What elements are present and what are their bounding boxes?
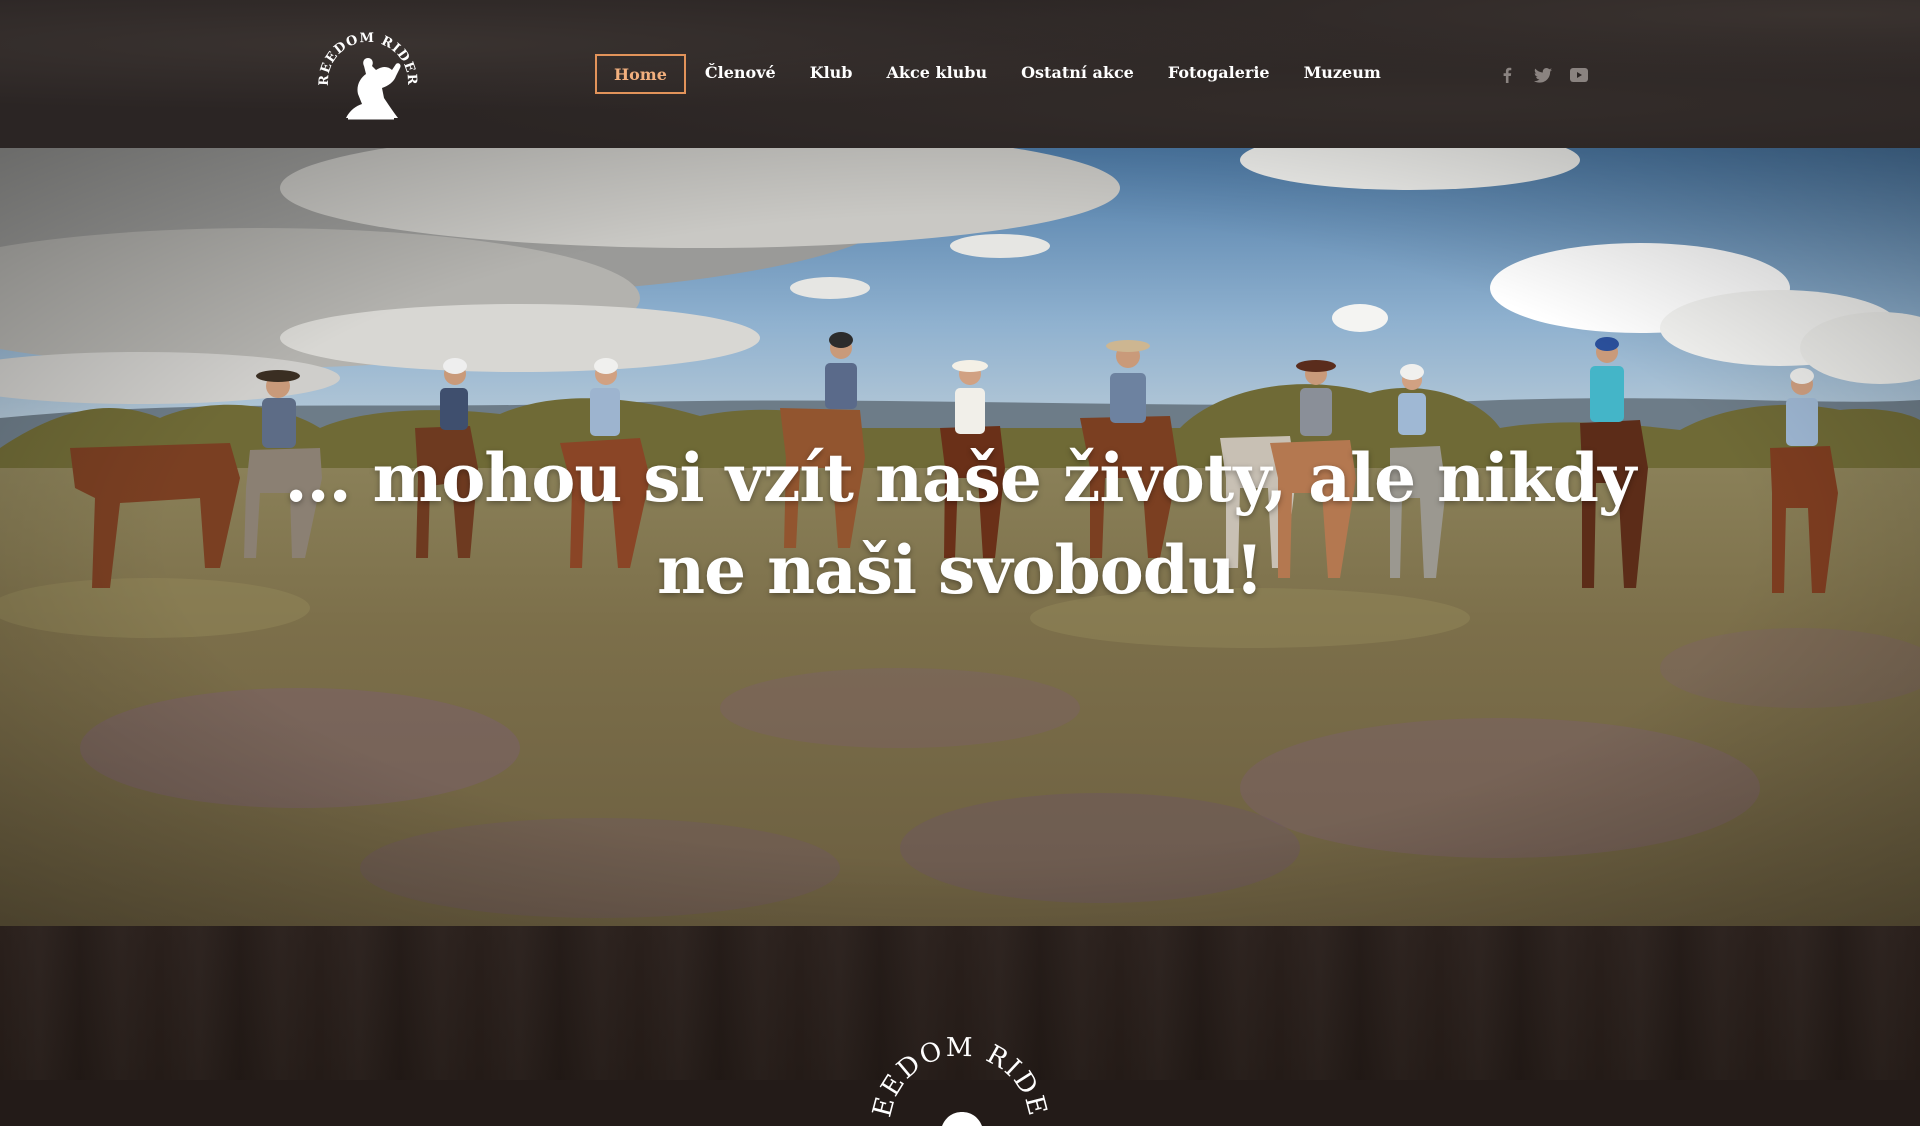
wood-panel-section: FREEDOM RIDERS [0,926,1920,1126]
nav-item-akce-klubu[interactable]: Akce klubu [870,54,1005,94]
hero-banner: ... mohou si vzít naše životy, ale nikdy… [0,148,1920,926]
hero-headline: ... mohou si vzít naše životy, ale nikdy… [0,432,1920,616]
site-header: FREEDOM RIDERS Home Členové Klub Akce kl… [0,0,1920,148]
footer-logo-text: FREEDOM RIDERS [870,1026,1050,1120]
social-links [1496,64,1590,86]
freedom-riders-logo[interactable]: FREEDOM RIDERS [318,20,418,126]
footer-logo: FREEDOM RIDERS [870,1026,1050,1126]
nav-item-fotogalerie[interactable]: Fotogalerie [1151,54,1287,94]
svg-text:FREEDOM RIDERS: FREEDOM RIDERS [870,1026,1050,1120]
main-navigation: Home Členové Klub Akce klubu Ostatní akc… [595,54,1398,94]
hero-headline-line-1: ... mohou si vzít naše životy, ale nikdy [284,439,1637,517]
nav-item-muzeum[interactable]: Muzeum [1287,54,1398,94]
youtube-icon[interactable] [1568,64,1590,86]
nav-item-ostatni-akce[interactable]: Ostatní akce [1004,54,1151,94]
facebook-icon[interactable] [1496,64,1518,86]
twitter-icon[interactable] [1532,64,1554,86]
hero-headline-line-2: ne naši svobodu! [657,531,1264,609]
nav-item-klub[interactable]: Klub [793,54,870,94]
nav-item-clenove[interactable]: Členové [688,54,793,94]
nav-item-home[interactable]: Home [595,54,686,94]
